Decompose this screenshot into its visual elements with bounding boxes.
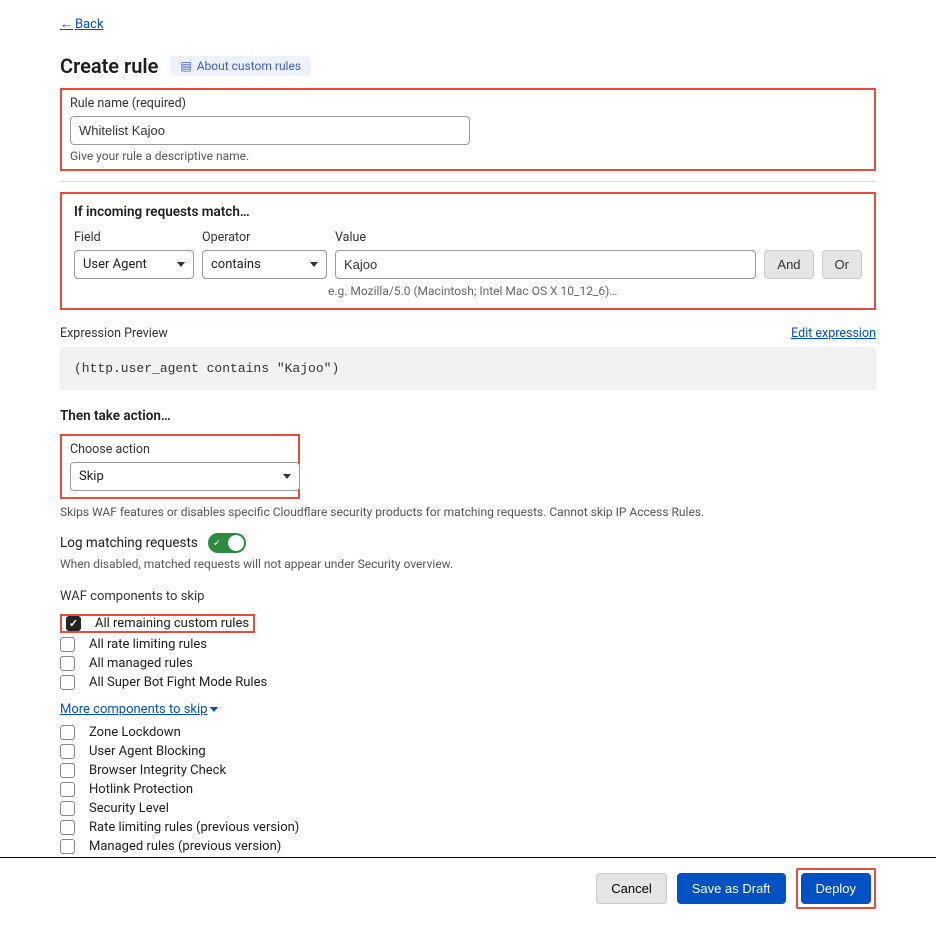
waf-heading: WAF components to skip (60, 589, 876, 604)
page-title: Create rule (60, 54, 158, 78)
rule-name-section: Rule name (required) Give your rule a de… (60, 88, 876, 171)
checkbox-label: Security Level (89, 801, 169, 816)
match-heading: If incoming requests match… (74, 204, 862, 220)
checkbox-label: Browser Integrity Check (89, 763, 226, 778)
chevron-down-icon (177, 262, 185, 267)
divider (60, 181, 876, 182)
action-value: Skip (79, 469, 104, 484)
operator-label: Operator (202, 230, 327, 245)
rule-name-helper: Give your rule a descriptive name. (70, 149, 866, 163)
rule-name-label: Rule name (required) (70, 96, 866, 111)
list-item: Browser Integrity Check (60, 761, 876, 780)
chevron-down-icon (310, 262, 318, 267)
checkbox[interactable] (60, 637, 75, 652)
list-item: All Super Bot Fight Mode Rules (60, 673, 876, 692)
list-item: All managed rules (60, 654, 876, 673)
checkbox[interactable] (60, 782, 75, 797)
list-item: Managed rules (previous version) (60, 837, 876, 856)
checkbox[interactable] (60, 725, 75, 740)
highlight-box: All remaining custom rules (60, 614, 255, 633)
book-icon: ▤ (180, 59, 191, 73)
check-icon: ✓ (213, 538, 221, 549)
rule-name-input[interactable] (70, 116, 470, 145)
field-value: User Agent (83, 257, 147, 272)
arrow-left-icon: ← (60, 16, 73, 32)
checkbox-label: Zone Lockdown (89, 725, 181, 740)
value-label: Value (335, 230, 756, 245)
list-item: Zone Lockdown (60, 723, 876, 742)
field-select[interactable]: User Agent (74, 250, 194, 279)
value-example: e.g. Mozilla/5.0 (Macintosh; Intel Mac O… (328, 284, 862, 298)
edit-expression-link[interactable]: Edit expression (791, 326, 876, 341)
value-input[interactable] (335, 250, 756, 279)
list-item: User Agent Blocking (60, 742, 876, 761)
checkbox-label: All Super Bot Fight Mode Rules (89, 675, 267, 690)
action-select[interactable]: Skip (70, 462, 300, 491)
checkbox-label: User Agent Blocking (89, 744, 206, 759)
more-list: Zone Lockdown User Agent Blocking Browser … (60, 723, 876, 856)
checkbox[interactable] (60, 820, 75, 835)
back-link[interactable]: ← Back (60, 16, 104, 32)
operator-select[interactable]: contains (202, 250, 327, 279)
more-label: More components to skip (60, 702, 207, 717)
and-button[interactable]: And (764, 250, 813, 279)
checkbox-label: Managed rules (previous version) (89, 839, 281, 854)
or-button[interactable]: Or (822, 250, 862, 279)
deploy-button[interactable]: Deploy (801, 873, 871, 904)
list-item: Security Level (60, 799, 876, 818)
checkbox-label: Hotlink Protection (89, 782, 193, 797)
checkbox-label: All rate limiting rules (89, 637, 207, 652)
checkbox[interactable] (60, 656, 75, 671)
list-item: Hotlink Protection (60, 780, 876, 799)
list-item: All rate limiting rules (60, 635, 876, 654)
checkbox[interactable] (60, 801, 75, 816)
log-helper: When disabled, matched requests will not… (60, 557, 876, 571)
checkbox-label: All managed rules (89, 656, 193, 671)
checkbox[interactable] (60, 763, 75, 778)
list-item: All remaining custom rules (60, 612, 876, 635)
chevron-down-icon (210, 707, 218, 712)
cancel-button[interactable]: Cancel (596, 873, 666, 904)
expression-preview: (http.user_agent contains "Kajoo") (60, 347, 876, 390)
checkbox[interactable] (60, 744, 75, 759)
choose-action-label: Choose action (70, 442, 290, 457)
save-draft-button[interactable]: Save as Draft (677, 873, 786, 904)
match-section: If incoming requests match… Field User A… (60, 192, 876, 310)
checkbox[interactable] (66, 616, 81, 631)
action-section: Choose action Skip (60, 434, 300, 499)
expression-label: Expression Preview (60, 326, 168, 341)
checkbox-label: All remaining custom rules (95, 616, 249, 631)
list-item: Rate limiting rules (previous version) (60, 818, 876, 837)
log-toggle[interactable]: ✓ (208, 533, 246, 553)
field-label: Field (74, 230, 194, 245)
operator-value: contains (211, 257, 261, 272)
checkbox-label: Rate limiting rules (previous version) (89, 820, 299, 835)
waf-list: All remaining custom rules All rate limit… (60, 612, 876, 692)
more-components-link[interactable]: More components to skip (60, 702, 218, 717)
back-label: Back (75, 17, 104, 32)
action-heading: Then take action… (60, 408, 876, 424)
about-rules-link[interactable]: ▤ About custom rules (170, 56, 311, 76)
action-helper: Skips WAF features or disables specific … (60, 505, 876, 519)
chevron-down-icon (283, 474, 291, 479)
checkbox[interactable] (60, 675, 75, 690)
about-label: About custom rules (197, 59, 301, 73)
log-label: Log matching requests (60, 535, 198, 551)
checkbox[interactable] (60, 839, 75, 854)
